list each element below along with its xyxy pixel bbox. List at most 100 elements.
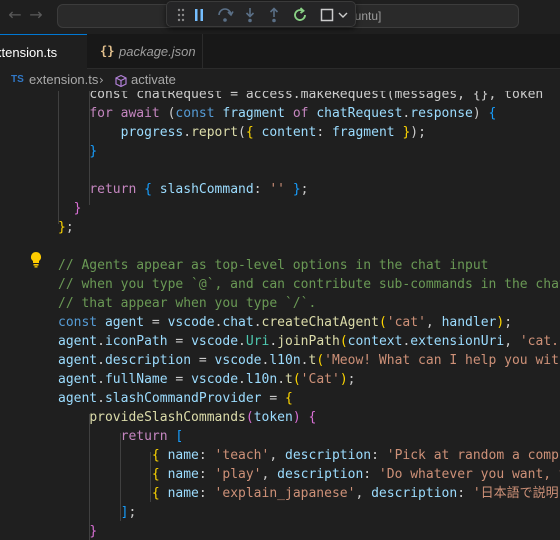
code-token: ,: [504, 334, 520, 349]
code-token: :: [371, 448, 387, 463]
code-token: (: [316, 353, 325, 368]
code-token: ;: [347, 372, 356, 387]
code-line: provideSlashCommands(token) {: [58, 408, 316, 427]
code-token: :: [198, 486, 215, 501]
code-token: 'teach': [214, 448, 270, 463]
code-line: const agent = vscode.chat.createChatAgen…: [58, 313, 512, 332]
step-out-icon[interactable]: [264, 5, 284, 25]
typescript-file-icon: TS: [11, 74, 24, 85]
code-token: progress: [120, 125, 184, 140]
step-into-icon[interactable]: [240, 5, 260, 25]
code-token: createChatAgent: [261, 315, 379, 330]
restart-icon[interactable]: [290, 5, 310, 25]
code-line: }: [58, 142, 97, 161]
code-token: slashCommandProvider: [104, 391, 262, 406]
code-token: name: [159, 486, 199, 501]
code-editor[interactable]: const chatRequest = access.makeRequest(m…: [0, 91, 560, 540]
code-token: description: [285, 448, 372, 463]
code-token: .: [277, 372, 286, 387]
step-over-icon[interactable]: [215, 5, 235, 25]
code-token: :: [253, 182, 270, 197]
breadcrumb-file[interactable]: extension.ts: [29, 69, 98, 91]
drag-handle-icon[interactable]: [171, 5, 191, 25]
pause-icon[interactable]: [189, 5, 209, 25]
code-token: description: [371, 486, 458, 501]
code-token: .: [97, 353, 105, 368]
code-token: l10n: [245, 372, 278, 387]
code-token: :: [198, 467, 215, 482]
title-bar: ← → buntu]: [0, 0, 560, 34]
code-line: return [: [58, 427, 184, 446]
code-token: ,: [425, 315, 442, 330]
code-token: content: [253, 125, 317, 140]
code-token: {: [488, 106, 497, 121]
code-token: Uri: [245, 334, 270, 349]
code-token: ): [472, 106, 489, 121]
code-token: token: [253, 410, 293, 425]
code-token: =: [167, 334, 192, 349]
code-line: agent.slashCommandProvider = {: [58, 389, 293, 408]
code-token: :: [457, 486, 473, 501]
code-line: progress.report({ content: fragment });: [58, 123, 426, 142]
code-token: .: [269, 334, 278, 349]
code-token: (: [378, 315, 387, 330]
code-token: 'Cat': [300, 372, 340, 387]
code-token: description: [277, 467, 364, 482]
code-token: const: [175, 106, 215, 121]
code-token: ;: [128, 505, 137, 520]
code-token: ;: [300, 182, 309, 197]
code-token: // when you type `@`, and can contribute…: [58, 277, 560, 292]
code-token: .: [97, 372, 105, 387]
chevron-down-icon[interactable]: [333, 5, 353, 25]
code-token: (: [339, 334, 348, 349]
tab-package-json[interactable]: {} package.json: [87, 34, 203, 69]
code-token: .: [183, 125, 192, 140]
editor-tab-bar: xtension.ts {} package.json: [0, 34, 560, 69]
code-token: agent: [58, 334, 98, 349]
code-token: vscode: [167, 315, 215, 330]
code-token: .: [238, 372, 246, 387]
code-token: .: [253, 315, 262, 330]
tab-label: package.json: [119, 44, 196, 59]
breadcrumb: TS extension.ts › activate: [0, 69, 560, 91]
code-token: provideSlashCommands: [89, 410, 246, 425]
code-token: (: [245, 410, 254, 425]
code-token: l10n: [269, 353, 301, 368]
code-token: );: [410, 125, 426, 140]
code-token: }: [89, 524, 98, 539]
code-token: 'cat': [386, 315, 426, 330]
code-token: {: [144, 182, 152, 197]
lightbulb-icon[interactable]: [29, 251, 43, 273]
code-token: chat: [222, 315, 254, 330]
code-token: for await: [89, 106, 160, 121]
code-token: 'play': [214, 467, 262, 482]
breadcrumb-symbol[interactable]: activate: [131, 69, 176, 91]
code-token: vscode: [191, 334, 239, 349]
code-token: (: [238, 125, 246, 140]
code-token: const chatRequest = access.makeRequest(m…: [89, 91, 544, 102]
code-line: ];: [58, 503, 137, 522]
debug-toolbar: [166, 1, 356, 27]
code-line: agent.iconPath = vscode.Uri.joinPath(con…: [58, 332, 560, 351]
arrow-right-icon[interactable]: →: [26, 5, 46, 25]
arrow-left-icon[interactable]: ←: [5, 5, 25, 25]
code-token: }: [73, 201, 82, 216]
code-token: // Agents appear as top-level options in…: [58, 258, 489, 273]
code-token: iconPath: [104, 334, 168, 349]
code-token: const: [58, 315, 98, 330]
code-token: :: [198, 448, 215, 463]
code-token: ): [292, 410, 301, 425]
tab-extension-ts[interactable]: xtension.ts: [0, 34, 87, 69]
code-line: };: [58, 218, 74, 237]
code-line: for await (const fragment of chatRequest…: [58, 104, 496, 123]
code-token: {: [285, 391, 293, 406]
code-token: // that appear when you type `/`.: [58, 296, 317, 311]
code-line: return { slashCommand: '' };: [58, 180, 308, 199]
